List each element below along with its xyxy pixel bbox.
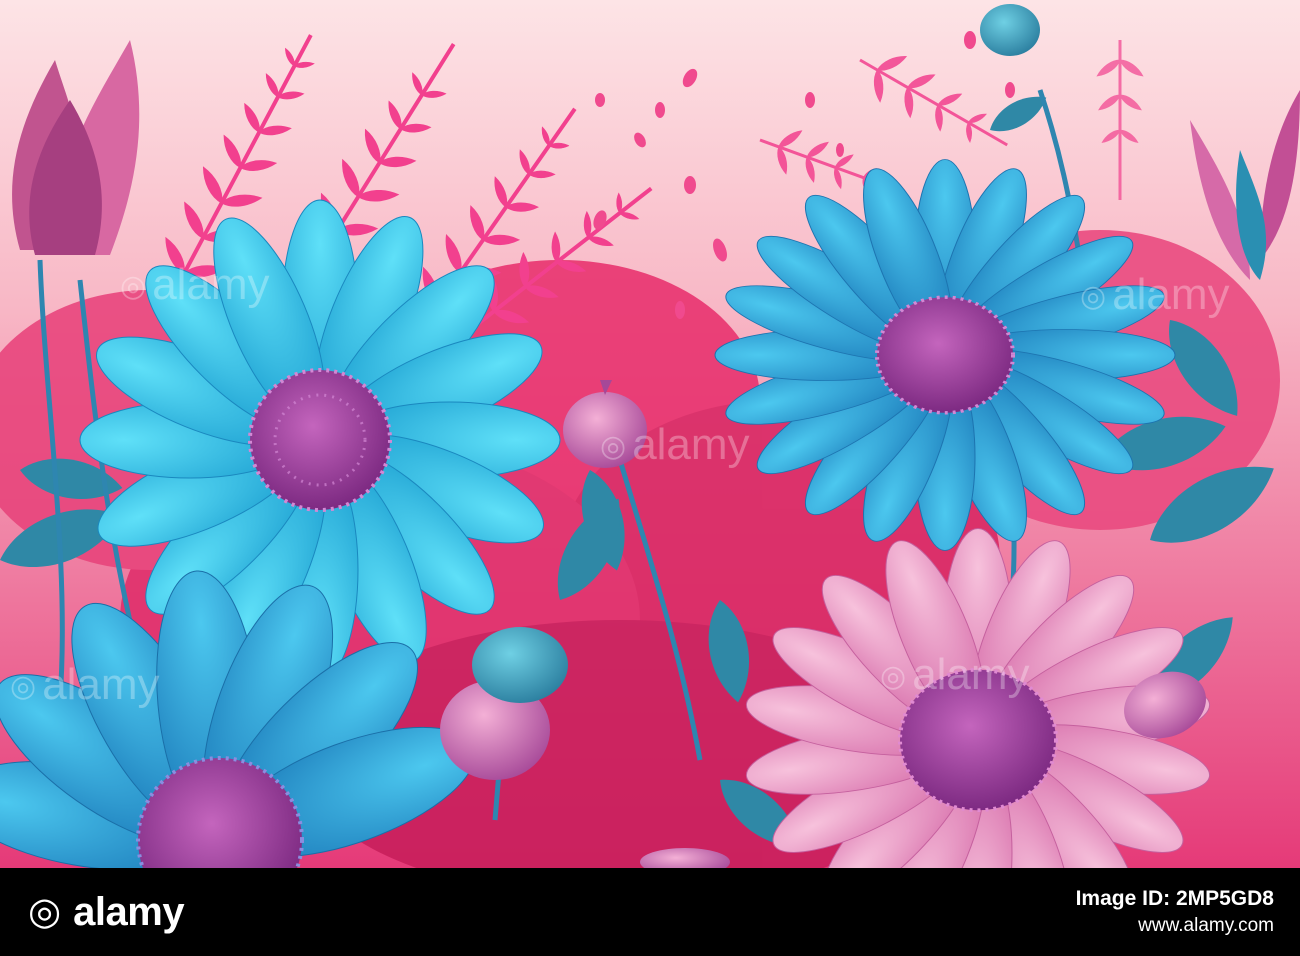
alamy-logo-icon: ◎ bbox=[28, 891, 62, 933]
stock-photo-footer: ◎ alamy Image ID: 2MP5GD8 www.alamy.com bbox=[0, 868, 1300, 956]
image-id: Image ID: 2MP5GD8 bbox=[1075, 887, 1274, 910]
site-url: www.alamy.com bbox=[1138, 915, 1274, 936]
brand-name: alamy bbox=[73, 889, 185, 934]
image-metadata: Image ID: 2MP5GD8 www.alamy.com bbox=[1076, 887, 1274, 937]
artwork-svg bbox=[0, 0, 1300, 868]
floral-artwork: ◎ alamy ◎ alamy ◎ alamy ◎ alamy ◎ alamy bbox=[0, 0, 1300, 868]
brand-logo: ◎ alamy bbox=[28, 889, 185, 935]
